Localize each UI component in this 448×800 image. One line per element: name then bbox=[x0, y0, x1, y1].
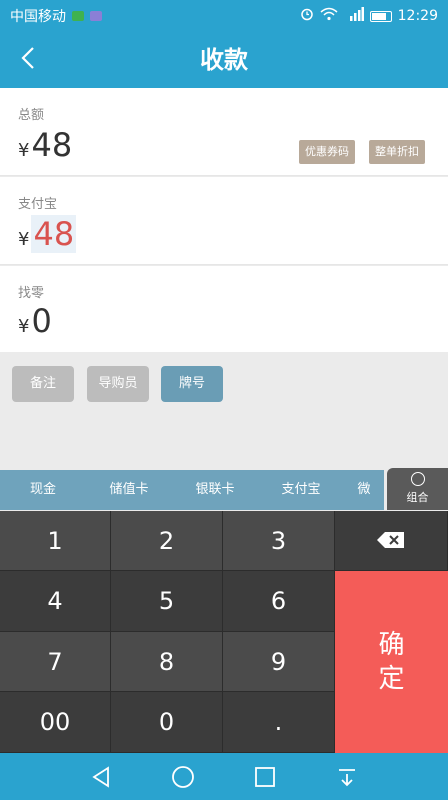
key-0[interactable]: 0 bbox=[111, 692, 223, 753]
coupon-code-button[interactable]: 优惠券码 bbox=[299, 140, 355, 164]
key-decimal-point[interactable]: . bbox=[223, 692, 335, 753]
currency-symbol: ¥ bbox=[18, 229, 30, 250]
note-button[interactable]: 备注 bbox=[12, 366, 74, 402]
key-double-zero[interactable]: 00 bbox=[0, 692, 111, 753]
confirm-button[interactable]: 确 定 bbox=[335, 571, 448, 753]
alipay-amount-input[interactable]: 48 bbox=[31, 215, 77, 253]
confirm-label-line1: 确 bbox=[378, 630, 405, 660]
circle-home-icon bbox=[172, 765, 194, 788]
backspace-icon bbox=[376, 527, 406, 555]
key-9[interactable]: 9 bbox=[223, 632, 335, 692]
sales-guide-button[interactable]: 导购员 bbox=[87, 366, 149, 402]
currency-symbol: ¥ bbox=[18, 140, 30, 161]
total-label: 总额 bbox=[18, 108, 45, 123]
nav-notification-pull-button[interactable] bbox=[333, 763, 361, 791]
clock-time: 12:29 bbox=[397, 8, 438, 24]
wifi-icon bbox=[320, 7, 338, 25]
key-6[interactable]: 6 bbox=[223, 571, 335, 632]
key-4[interactable]: 4 bbox=[0, 571, 111, 632]
change-label: 找零 bbox=[18, 286, 45, 301]
tab-wechat-partial[interactable]: 微 bbox=[344, 470, 384, 510]
alarm-icon bbox=[300, 7, 314, 25]
key-2[interactable]: 2 bbox=[111, 511, 223, 571]
triangle-back-icon bbox=[92, 765, 109, 788]
key-3[interactable]: 3 bbox=[223, 511, 335, 571]
combo-payment-button[interactable]: 组合 bbox=[387, 468, 448, 510]
status-bar-right: 12:29 bbox=[300, 7, 438, 25]
plate-number-button[interactable]: 牌号 bbox=[161, 366, 223, 402]
nav-home-button[interactable] bbox=[169, 763, 197, 791]
nav-recents-button[interactable] bbox=[251, 763, 279, 791]
signal-icon bbox=[344, 7, 364, 25]
status-bar-left: 中国移动 bbox=[10, 6, 102, 26]
tab-stored-value-card[interactable]: 储值卡 bbox=[86, 470, 172, 510]
tab-alipay[interactable]: 支付宝 bbox=[258, 470, 344, 510]
currency-symbol: ¥ bbox=[18, 316, 30, 337]
key-5[interactable]: 5 bbox=[111, 571, 223, 632]
confirm-label-line2: 定 bbox=[378, 664, 405, 694]
nav-back-button[interactable] bbox=[87, 763, 115, 791]
square-recents-icon bbox=[255, 766, 275, 787]
page-title: 收款 bbox=[200, 46, 248, 74]
tab-cash[interactable]: 现金 bbox=[0, 470, 86, 510]
change-amount: ¥ 0 bbox=[18, 302, 52, 340]
total-amount: ¥ 48 bbox=[18, 126, 72, 164]
total-value: 48 bbox=[31, 126, 73, 164]
order-discount-button[interactable]: 整单折扣 bbox=[369, 140, 425, 164]
change-value: 0 bbox=[31, 302, 52, 340]
tab-unionpay-card[interactable]: 银联卡 bbox=[172, 470, 258, 510]
battery-icon bbox=[369, 10, 392, 22]
sim-card-icon bbox=[72, 11, 84, 21]
key-7[interactable]: 7 bbox=[0, 632, 111, 692]
status-bar: 中国移动 12:29 bbox=[0, 0, 448, 32]
app-header: 收款 bbox=[0, 32, 448, 88]
payment-method-tabs: 现金 储值卡 银联卡 支付宝 微 bbox=[0, 470, 384, 510]
change-section: 找零 ¥ 0 bbox=[0, 266, 448, 352]
alipay-amount: ¥ 48 bbox=[18, 215, 77, 253]
carrier-name: 中国移动 bbox=[10, 9, 66, 25]
circle-icon bbox=[410, 472, 425, 486]
alipay-section: 支付宝 ¥ 48 bbox=[0, 177, 448, 265]
system-nav-bar bbox=[0, 753, 448, 800]
backspace-key[interactable] bbox=[335, 511, 448, 571]
app-notification-icon bbox=[90, 11, 102, 21]
alipay-label: 支付宝 bbox=[18, 197, 58, 212]
combo-label: 组合 bbox=[406, 491, 429, 504]
pull-down-icon bbox=[339, 768, 355, 786]
key-1[interactable]: 1 bbox=[0, 511, 111, 571]
key-8[interactable]: 8 bbox=[111, 632, 223, 692]
